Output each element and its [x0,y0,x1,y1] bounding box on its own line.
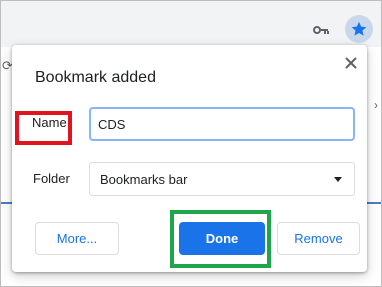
key-icon[interactable] [313,22,329,34]
browser-toolbar [1,1,381,47]
name-label-highlight [15,111,72,145]
dialog-title: Bookmark added [35,69,156,86]
close-icon[interactable] [343,55,359,71]
folder-label: Folder [33,171,70,186]
page-background-glyph: ⟳ [2,58,13,73]
page-background-divider [367,202,381,204]
remove-button[interactable]: Remove [277,222,360,255]
done-button-highlight [170,210,271,268]
star-icon [351,21,367,36]
name-input[interactable] [89,107,355,141]
folder-select[interactable]: Bookmarks bar [89,162,355,196]
more-button[interactable]: More... [35,222,119,255]
dropdown-arrow-icon [334,177,342,182]
bookmark-star-button[interactable] [345,15,373,43]
folder-select-value: Bookmarks bar [100,172,188,187]
page-background-glyph: › [374,98,378,112]
